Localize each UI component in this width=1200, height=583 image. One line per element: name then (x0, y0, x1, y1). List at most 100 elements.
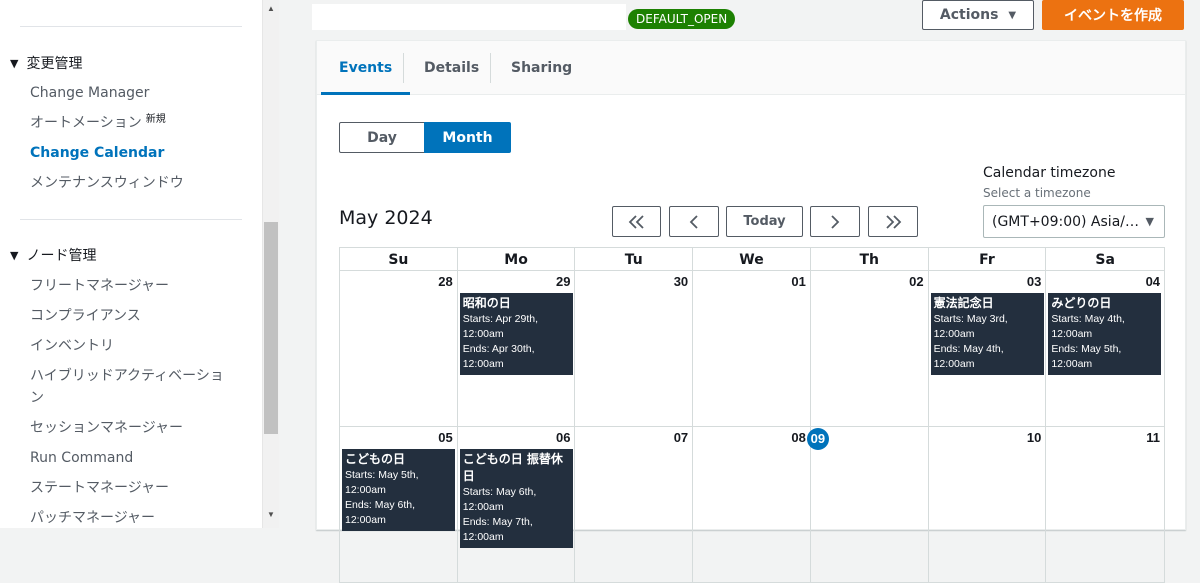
sidebar-item-label: オートメーション (30, 115, 142, 131)
calendar-panel: Events Details Sharing Day Month Calenda… (316, 40, 1186, 583)
sidebar-scrollbar[interactable]: ▲ ▼ (262, 0, 279, 528)
sidebar-section-title: ノード管理 (26, 248, 97, 264)
sidebar-item-label: Change Calendar (30, 145, 165, 161)
scroll-down-arrow-icon[interactable]: ▼ (263, 506, 279, 524)
calendar-event[interactable]: みどりの日 Starts: May 4th, 12:00am Ends: May… (1048, 293, 1162, 375)
sidebar-item-compliance[interactable]: コンプライアンス (30, 305, 245, 327)
sidebar-item-label: ハイブリッドアクティベーション (30, 368, 224, 406)
sidebar-item-inventory[interactable]: インベントリ (30, 335, 245, 357)
next-year-button[interactable] (868, 206, 918, 237)
calendar-event[interactable]: こどもの日 振替休日 Starts: May 6th, 12:00am Ends… (459, 449, 573, 548)
event-title: 昭和の日 (462, 296, 511, 310)
calendar-event[interactable]: 昭和の日 Starts: Apr 29th, 12:00am Ends: Apr… (459, 293, 573, 375)
sidebar-divider (20, 219, 242, 220)
event-end: Ends: May 5th, 12:00am (1051, 343, 1122, 370)
event-start: Starts: May 6th, 12:00am (462, 486, 537, 513)
weekday-label: Mo (458, 248, 576, 270)
create-event-button[interactable]: イベントを作成 (1042, 0, 1184, 30)
calendar-event[interactable]: 憲法記念日 Starts: May 3rd, 12:00am Ends: May… (930, 293, 1044, 375)
calendar-day-cell[interactable]: 11 (1046, 427, 1164, 582)
sidebar-section-node-management[interactable]: ▼ ノード管理 (10, 245, 96, 265)
calendar-event[interactable]: こどもの日 Starts: May 5th, 12:00am Ends: May… (342, 449, 455, 531)
previous-year-button[interactable] (612, 206, 661, 237)
calendar-day-cell[interactable]: 29 昭和の日 Starts: Apr 29th, 12:00am Ends: … (458, 271, 576, 426)
tab-sharing[interactable]: Sharing (511, 41, 572, 95)
tab-details[interactable]: Details (424, 41, 479, 95)
day-number: 28 (438, 274, 453, 289)
sidebar-item-maintenance-windows[interactable]: メンテナンスウィンドウ (30, 172, 245, 194)
next-month-button[interactable] (810, 206, 860, 237)
sidebar-item-automation[interactable]: オートメーション 新規 (30, 112, 245, 136)
sidebar-item-patch-manager[interactable]: パッチマネージャー (30, 507, 245, 528)
calendar-day-cell[interactable]: 03 憲法記念日 Starts: May 3rd, 12:00am Ends: … (929, 271, 1047, 426)
day-number: 06 (555, 430, 571, 445)
tab-bar: Events Details Sharing (317, 41, 1185, 95)
sidebar-item-state-manager[interactable]: ステートマネージャー (30, 477, 245, 499)
day-number: 03 (1026, 274, 1042, 289)
scroll-up-arrow-icon[interactable]: ▲ (263, 0, 279, 18)
month-title: May 2024 (339, 207, 433, 229)
sidebar-item-change-manager[interactable]: Change Manager (30, 82, 245, 104)
event-start: Starts: Apr 29th, 12:00am (462, 313, 539, 340)
sidebar-item-label: メンテナンスウィンドウ (30, 175, 184, 191)
sidebar-item-label: Change Manager (30, 85, 150, 101)
sidebar-item-change-calendar[interactable]: Change Calendar (30, 142, 245, 164)
event-title: こどもの日 振替休日 (462, 452, 563, 483)
sidebar-item-session-manager[interactable]: セッションマネージャー (30, 417, 245, 439)
view-day-button[interactable]: Day (339, 122, 425, 153)
day-number: 07 (673, 430, 689, 445)
sidebar-divider (20, 26, 242, 27)
day-number: 04 (1145, 274, 1161, 289)
timezone-select[interactable]: (GMT+09:00) Asia/… ▼ (983, 205, 1165, 238)
tab-separator (490, 53, 491, 83)
today-day-number: 09 (806, 428, 829, 450)
chevron-right-icon (831, 214, 840, 229)
calendar-day-cell[interactable]: 30 (575, 271, 694, 426)
day-number: 11 (1146, 430, 1161, 445)
day-number: 30 (673, 274, 689, 289)
caret-down-icon: ▼ (1145, 215, 1154, 228)
event-end: Ends: May 6th, 12:00am (345, 499, 416, 526)
actions-button[interactable]: Actions ▼ (922, 0, 1034, 30)
calendar-day-cell[interactable]: 01 (693, 271, 811, 426)
sidebar-section-change-management[interactable]: ▼ 変更管理 (10, 53, 82, 73)
calendar-day-cell[interactable]: 02 (811, 271, 929, 426)
double-chevron-left-icon (628, 214, 644, 229)
sidebar-item-fleet-manager[interactable]: フリートマネージャー (30, 275, 245, 297)
day-number: 02 (909, 274, 924, 289)
event-start: Starts: May 3rd, 12:00am (933, 313, 1008, 340)
event-start: Starts: May 4th, 12:00am (1051, 313, 1125, 340)
new-badge: 新規 (145, 114, 166, 125)
calendar-day-cell[interactable]: 05 こどもの日 Starts: May 5th, 12:00am Ends: … (340, 427, 458, 582)
scrollbar-thumb[interactable] (264, 222, 278, 434)
sidebar-item-label: セッションマネージャー (30, 420, 184, 436)
weekday-label: We (693, 248, 811, 270)
calendar-day-cell[interactable]: 04 みどりの日 Starts: May 4th, 12:00am Ends: … (1046, 271, 1164, 426)
sidebar-item-label: フリートマネージャー (30, 278, 170, 294)
today-button[interactable]: Today (726, 206, 803, 237)
event-end: Ends: Apr 30th, 12:00am (462, 343, 535, 370)
calendar-day-cell[interactable]: 28 (340, 271, 458, 426)
weekday-label: Sa (1095, 252, 1115, 268)
calendar-day-cell[interactable]: 08 (693, 427, 811, 582)
day-number: 10 (1026, 430, 1042, 445)
tab-events[interactable]: Events (321, 41, 411, 95)
view-month-button[interactable]: Month (424, 122, 511, 153)
calendar-week-row: 28 29 昭和の日 Starts: Apr 29th, 12:00am End… (339, 271, 1165, 427)
calendar-day-cell[interactable]: 10 (929, 427, 1047, 582)
event-title: 憲法記念日 (933, 296, 994, 310)
day-number: 05 (438, 430, 453, 445)
calendar-day-cell[interactable]: 07 (575, 427, 694, 582)
weekday-header: Su Mo Tu We Th Fr Sa (339, 247, 1165, 271)
calendar-day-cell[interactable]: 09 (806, 427, 929, 582)
event-end: Ends: May 4th, 12:00am (933, 343, 1004, 370)
sidebar-item-hybrid-activations[interactable]: ハイブリッドアクティベーション (30, 365, 230, 409)
previous-month-button[interactable] (669, 206, 719, 237)
sidebar-item-run-command[interactable]: Run Command (30, 447, 245, 469)
status-badge: DEFAULT_OPEN (628, 9, 736, 29)
timezone-hint: Select a timezone (983, 186, 1091, 200)
calendar-name-title (312, 4, 626, 30)
calendar-day-cell[interactable]: 06 こどもの日 振替休日 Starts: May 6th, 12:00am E… (458, 427, 576, 582)
calendar-week-row: 05 こどもの日 Starts: May 5th, 12:00am Ends: … (339, 427, 1165, 583)
sidebar-item-label: インベントリ (30, 338, 114, 354)
